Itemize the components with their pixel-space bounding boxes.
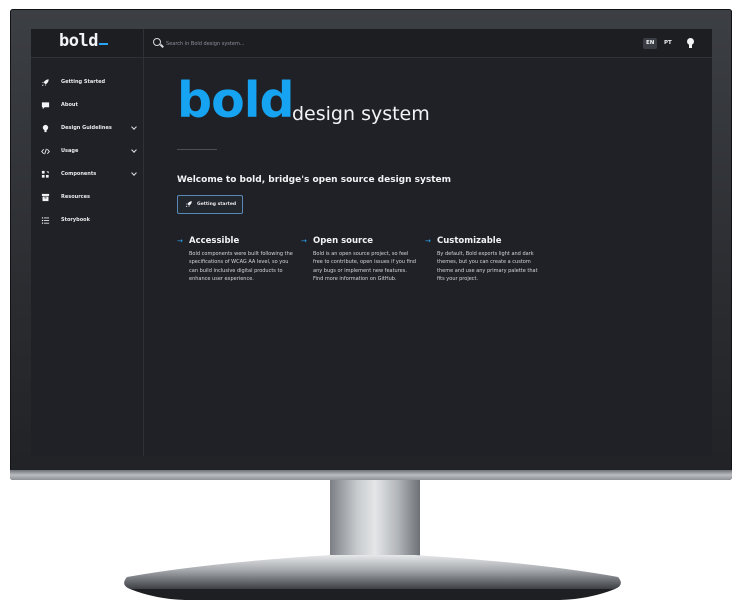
rocket-icon bbox=[41, 78, 50, 87]
archive-icon bbox=[41, 193, 50, 202]
arrow-right-icon: → bbox=[425, 237, 431, 245]
search-box bbox=[153, 36, 453, 51]
list-icon bbox=[41, 216, 50, 225]
hero-divider bbox=[177, 149, 217, 150]
logo-cursor bbox=[98, 43, 108, 45]
feature-text: By default, Bold exports light and dark … bbox=[437, 251, 538, 282]
sidebar-item-design-guidelines[interactable]: Design Guidelines bbox=[31, 120, 144, 138]
feature-open-source: → Open source Bold is an open source pro… bbox=[301, 236, 419, 283]
code-icon bbox=[41, 147, 50, 156]
arrow-right-icon: → bbox=[177, 237, 183, 245]
feature-title: Open source bbox=[313, 236, 374, 246]
sidebar-item-label: Storybook bbox=[61, 217, 90, 223]
feature-accessible: → Accessible Bold components were built … bbox=[177, 236, 295, 283]
sidebar-item-resources[interactable]: Resources bbox=[31, 189, 144, 207]
sidebar: Getting Started About Design Guidelines … bbox=[31, 58, 144, 456]
sidebar-item-label: Components bbox=[61, 171, 97, 177]
top-bar: bold EN PT bbox=[31, 29, 712, 58]
search-input[interactable] bbox=[166, 36, 446, 51]
hero-title-subtitle: design system bbox=[292, 103, 430, 125]
feature-customizable: → Customizable By default, Bold exports … bbox=[425, 236, 543, 283]
sidebar-item-label: Usage bbox=[61, 148, 79, 154]
feature-title: Customizable bbox=[437, 236, 502, 246]
sidebar-item-usage[interactable]: Usage bbox=[31, 143, 144, 161]
language-pt-button[interactable]: PT bbox=[661, 38, 675, 49]
hero-title-bold: bold bbox=[177, 72, 295, 129]
sidebar-item-components[interactable]: Components bbox=[31, 166, 144, 184]
sidebar-item-storybook[interactable]: Storybook bbox=[31, 212, 144, 230]
chat-icon bbox=[41, 101, 50, 110]
chevron-down-icon[interactable] bbox=[130, 170, 138, 178]
logo[interactable]: bold bbox=[59, 31, 108, 51]
language-en-button[interactable]: EN bbox=[643, 38, 658, 49]
feature-title: Accessible bbox=[189, 236, 240, 246]
feature-text: Bold is an open source project, so feel … bbox=[313, 251, 417, 282]
app-screen: bold EN PT Getting Started About Design bbox=[31, 29, 712, 456]
getting-started-button[interactable]: Getting started bbox=[177, 195, 243, 214]
lightbulb-icon[interactable] bbox=[687, 38, 694, 48]
chevron-down-icon[interactable] bbox=[130, 124, 138, 132]
monitor-stand-base bbox=[124, 555, 621, 600]
sidebar-item-about[interactable]: About bbox=[31, 97, 144, 115]
monitor-bottom-edge bbox=[10, 470, 732, 480]
lightbulb-icon bbox=[41, 124, 50, 133]
sidebar-item-getting-started[interactable]: Getting Started bbox=[31, 74, 144, 92]
sidebar-item-label: About bbox=[61, 102, 78, 108]
topbar-divider bbox=[143, 29, 144, 58]
search-icon bbox=[153, 38, 161, 46]
chevron-down-icon[interactable] bbox=[130, 147, 138, 155]
feature-text: Bold components were built following the… bbox=[189, 251, 293, 282]
monitor-stand-neck bbox=[330, 480, 420, 566]
welcome-heading: Welcome to bold, bridge's open source de… bbox=[177, 175, 452, 185]
rocket-icon bbox=[185, 200, 193, 211]
getting-started-label: Getting started bbox=[197, 202, 237, 207]
logo-text: bold bbox=[59, 31, 98, 51]
components-icon bbox=[41, 170, 50, 179]
arrow-right-icon: → bbox=[301, 237, 307, 245]
main-content: bold design system Welcome to bold, brid… bbox=[145, 58, 712, 456]
sidebar-item-label: Resources bbox=[61, 194, 91, 200]
sidebar-item-label: Getting Started bbox=[61, 79, 106, 85]
sidebar-item-label: Design Guidelines bbox=[61, 125, 112, 131]
